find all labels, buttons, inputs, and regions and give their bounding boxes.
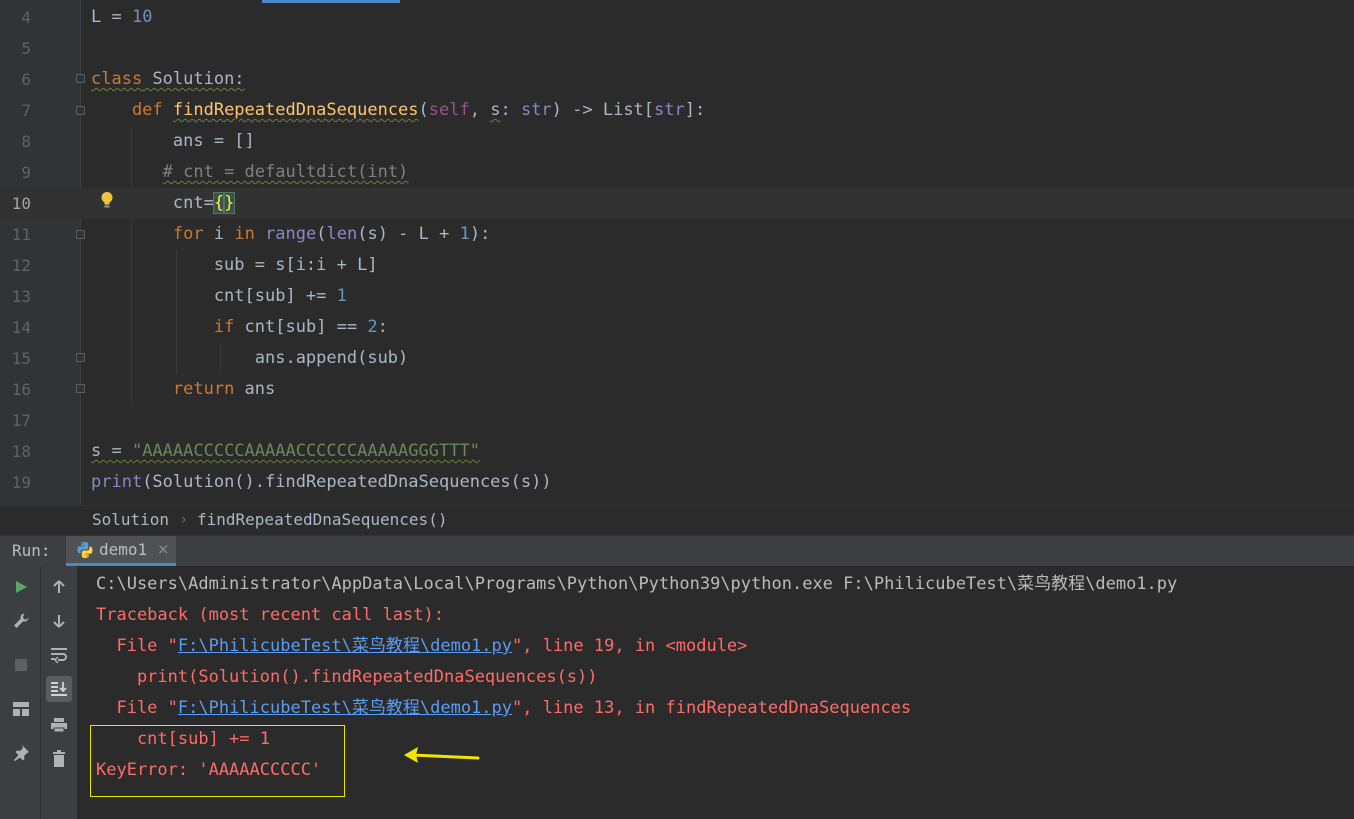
line-number: 5 [21, 39, 31, 58]
soft-wrap-button[interactable] [46, 642, 72, 668]
pin-tab-button[interactable] [8, 740, 34, 766]
play-icon [16, 581, 27, 593]
code-line-9[interactable]: 9 # cnt = defaultdict(int) [0, 157, 1354, 188]
soft-wrap-icon [51, 648, 67, 663]
arrow-up-icon [53, 580, 65, 593]
annotation-highlight-box [90, 725, 345, 797]
code-line-14[interactable]: 14 if cnt[sub] == 2: [0, 312, 1354, 343]
tab-demo1[interactable]: demo1 × [66, 536, 176, 566]
line-number: 18 [11, 442, 31, 461]
breadcrumb-separator: › [181, 512, 187, 528]
line-number: 10 [11, 194, 31, 213]
file-link[interactable]: F:\PhilicubeTest\菜鸟教程\demo1.py [178, 698, 512, 718]
code-line-16[interactable]: 16 return ans [0, 374, 1354, 405]
line-number: 6 [21, 70, 31, 89]
pin-icon [14, 745, 29, 761]
fold-marker-icon[interactable] [76, 106, 85, 115]
restore-layout-button[interactable] [8, 696, 34, 722]
code-line-7[interactable]: 7 def findRepeatedDnaSequences(self, s: … [0, 95, 1354, 126]
code-text: ans = [] [91, 131, 255, 151]
line-number: 16 [11, 380, 31, 399]
code-editor[interactable]: 4 L = 10 5 6 class Solution: 7 def findR… [0, 0, 1354, 505]
tab-label: demo1 [99, 540, 148, 559]
stop-button[interactable] [8, 652, 34, 678]
breadcrumb-item-method[interactable]: findRepeatedDnaSequences() [197, 506, 447, 534]
console-command-line: C:\Users\Administrator\AppData\Local\Pro… [96, 574, 1178, 594]
line-number: 8 [21, 132, 31, 151]
line-number: 11 [11, 225, 31, 244]
line-number: 15 [11, 349, 31, 368]
code-text: class Solution: [91, 69, 245, 89]
code-line-5[interactable]: 5 [0, 33, 1354, 64]
line-number: 7 [21, 101, 31, 120]
code-line-10[interactable]: 10 cnt={} [0, 188, 1354, 219]
code-line-18[interactable]: 18 s = "AAAAACCCCCAAAAACCCCCCAAAAAGGGTTT… [0, 436, 1354, 467]
edit-configuration-button[interactable] [8, 608, 34, 634]
code-line-13[interactable]: 13 cnt[sub] += 1 [0, 281, 1354, 312]
code-text: sub = s[i:i + L] [91, 255, 378, 275]
line-number: 4 [21, 8, 31, 27]
code-line-4[interactable]: 4 L = 10 [0, 2, 1354, 33]
breadcrumb-item-class[interactable]: Solution [92, 506, 169, 534]
code-text: return ans [172, 379, 276, 399]
breadcrumb: Solution › findRepeatedDnaSequences() [0, 505, 1354, 535]
code-line-15[interactable]: 15 ans.append(sub) [0, 343, 1354, 374]
line-number: 13 [11, 287, 31, 306]
code-text: # cnt = defaultdict(int) [162, 162, 409, 182]
code-text: ans.append(sub) [91, 348, 409, 368]
line-number: 12 [11, 256, 31, 275]
previous-occurrence-button[interactable] [46, 574, 72, 600]
code-text: L = 10 [91, 7, 153, 27]
close-icon[interactable]: × [157, 536, 170, 563]
file-link[interactable]: F:\PhilicubeTest\菜鸟教程\demo1.py [178, 636, 512, 656]
python-icon [77, 542, 93, 558]
trash-icon [53, 750, 65, 767]
run-toolbar-secondary [40, 566, 77, 819]
fold-marker-icon[interactable] [76, 230, 85, 239]
console-traceback-file-1: File "F:\PhilicubeTest\菜鸟教程\demo1.py", l… [96, 636, 748, 656]
code-line-6[interactable]: 6 class Solution: [0, 64, 1354, 95]
code-text: if cnt[sub] == 2: [213, 317, 388, 337]
fold-marker-icon[interactable] [76, 353, 85, 362]
fold-marker-icon[interactable] [76, 384, 85, 393]
fold-marker-icon[interactable] [76, 74, 85, 83]
code-line-19[interactable]: 19 print(Solution().findRepeatedDnaSeque… [0, 467, 1354, 498]
line-number: 19 [11, 473, 31, 492]
stop-icon [15, 659, 27, 671]
code-line-11[interactable]: 11 for i in range(len(s) - L + 1): [0, 219, 1354, 250]
line-number: 9 [21, 163, 31, 182]
code-text: for i in range(len(s) - L + 1): [172, 224, 491, 244]
run-toolbar-primary [0, 566, 40, 819]
code-text: s = "AAAAACCCCCAAAAACCCCCCAAAAAGGGTTT" [91, 441, 480, 461]
clear-all-button[interactable] [46, 746, 72, 772]
arrow-down-icon [53, 615, 65, 628]
next-occurrence-button[interactable] [46, 608, 72, 634]
code-line-17[interactable]: 17 [0, 405, 1354, 436]
print-button[interactable] [46, 712, 72, 738]
code-text: cnt[sub] += 1 [91, 286, 347, 306]
code-line-8[interactable]: 8 ans = [] [0, 126, 1354, 157]
scroll-to-end-button[interactable] [46, 676, 72, 702]
run-label: Run: [12, 541, 51, 560]
line-number: 14 [11, 318, 31, 337]
print-icon [51, 718, 67, 733]
code-text: print(Solution().findRepeatedDnaSequence… [91, 472, 552, 492]
rerun-button[interactable] [8, 574, 34, 600]
run-tool-window-header: Run: demo1 × [0, 535, 1354, 566]
console-traceback-code-1: print(Solution().findRepeatedDnaSequence… [96, 667, 598, 687]
code-text: def findRepeatedDnaSequences(self, s: st… [91, 100, 706, 120]
layout-icon [13, 702, 29, 716]
code-line-12[interactable]: 12 sub = s[i:i + L] [0, 250, 1354, 281]
line-number: 17 [11, 411, 31, 430]
scroll-to-end-icon [51, 682, 67, 696]
lightbulb-icon[interactable] [100, 191, 114, 209]
console-traceback-file-2: File "F:\PhilicubeTest\菜鸟教程\demo1.py", l… [96, 698, 912, 718]
wrench-icon [14, 613, 29, 628]
console-traceback-header: Traceback (most recent call last): [96, 605, 444, 625]
annotation-arrow-icon [404, 747, 480, 763]
